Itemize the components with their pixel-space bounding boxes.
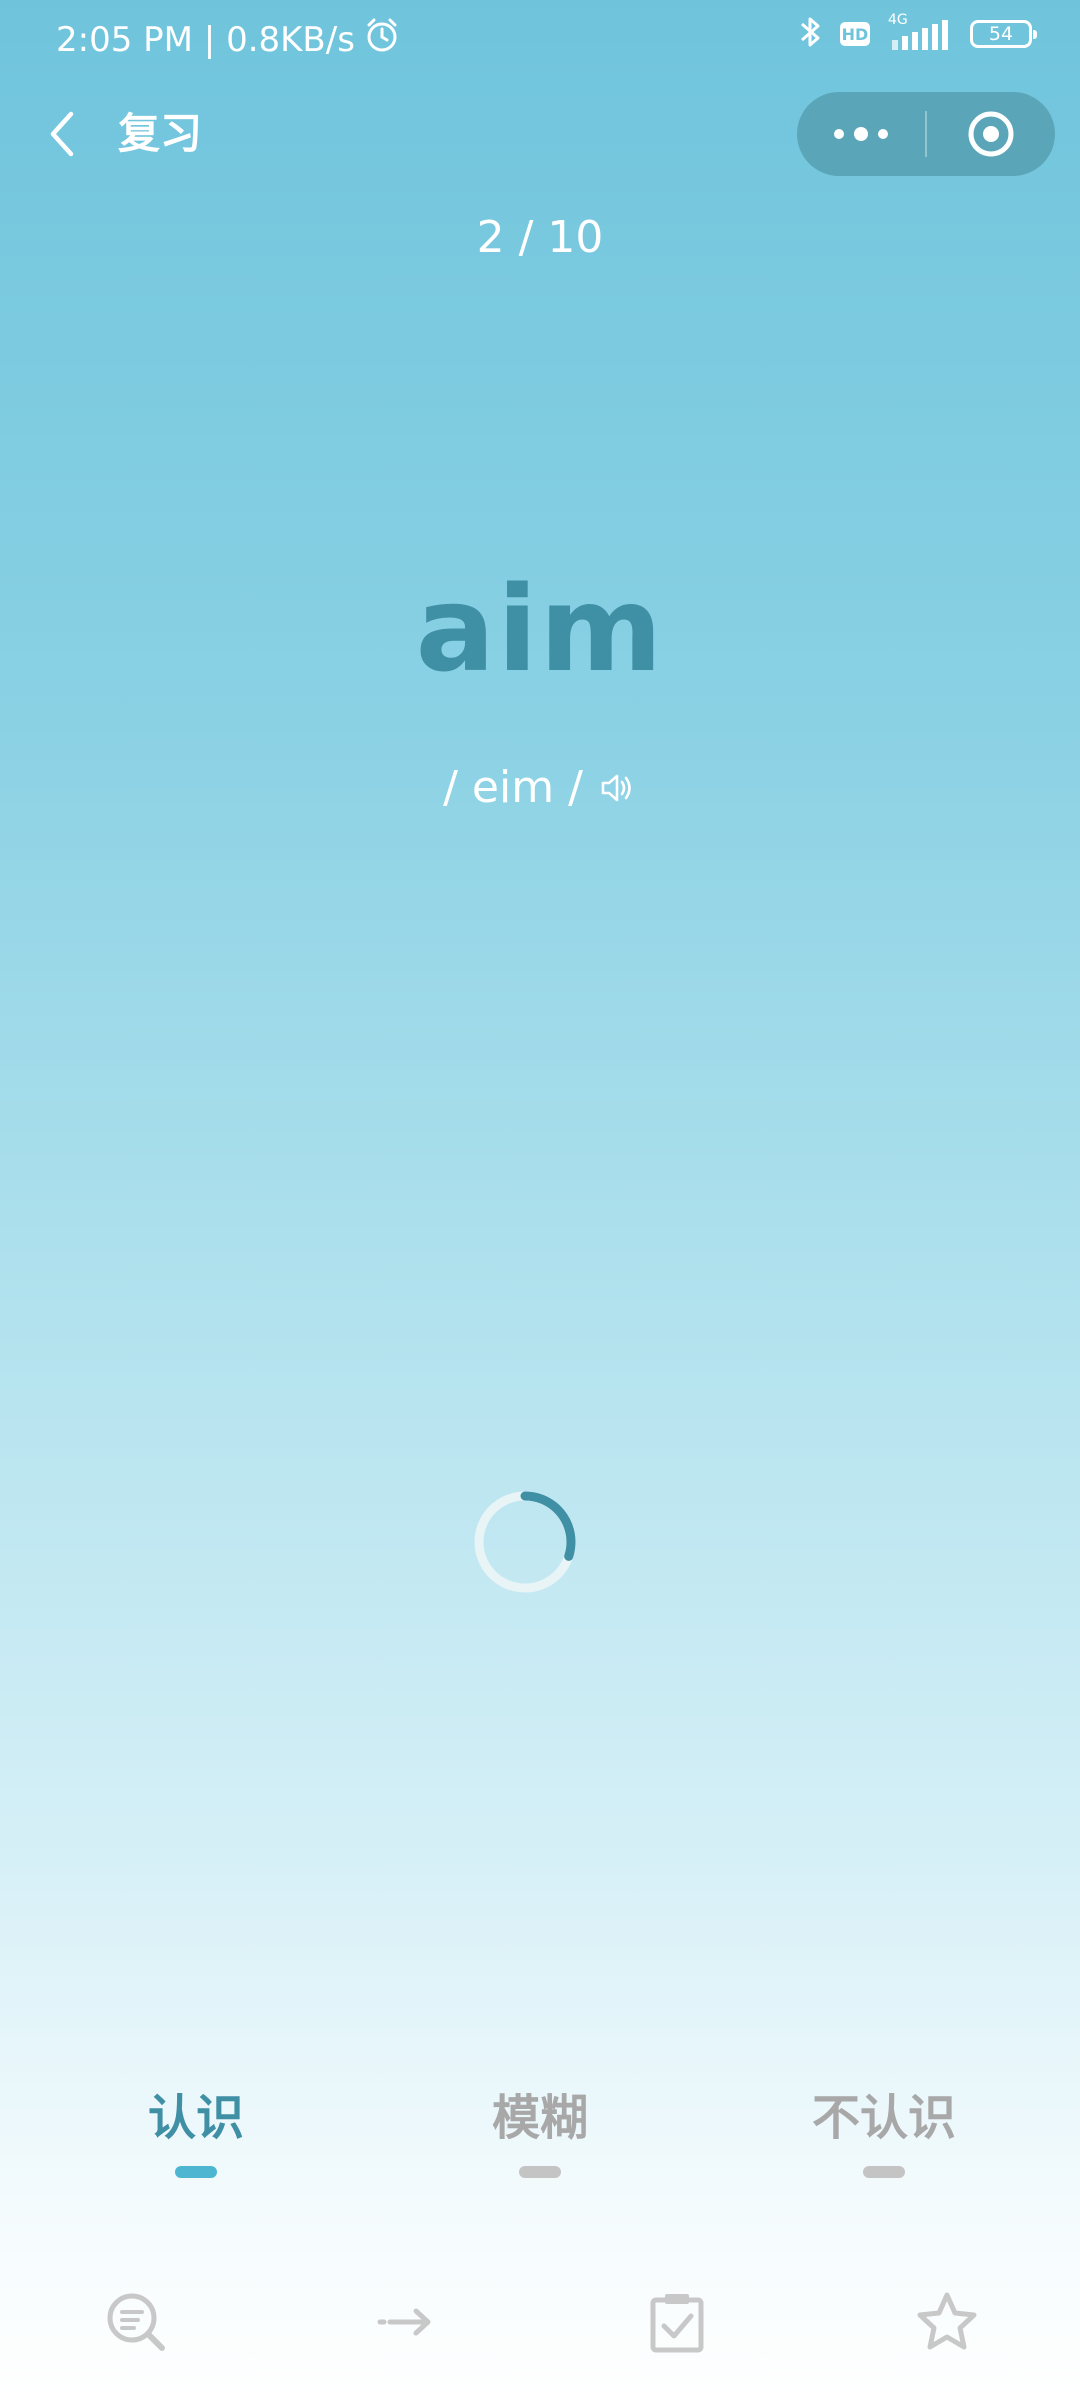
- status-time-speed: 2:05 PM | 0.8KB/s: [56, 19, 355, 60]
- choice-indicator: [519, 2166, 561, 2178]
- battery-indicator: 54: [970, 20, 1037, 48]
- vocabulary-word: aim: [415, 560, 665, 698]
- target-circle-icon: [968, 111, 1014, 157]
- status-left: 2:05 PM | 0.8KB/s: [56, 16, 401, 63]
- nav-bar: 复习: [0, 88, 1080, 180]
- chevron-left-icon: [50, 111, 74, 157]
- search-list-icon[interactable]: [96, 2282, 176, 2362]
- speaker-icon[interactable]: [597, 768, 637, 808]
- more-button[interactable]: [797, 92, 925, 176]
- choice-label: 认识: [147, 2090, 244, 2146]
- back-button[interactable]: [38, 106, 86, 162]
- more-dots-icon: [834, 127, 888, 141]
- choice-unknown[interactable]: 不认识: [774, 2078, 994, 2178]
- bluetooth-icon: [798, 14, 822, 54]
- star-icon[interactable]: [907, 2282, 987, 2362]
- choice-know[interactable]: 认识: [86, 2078, 306, 2178]
- status-right: HD 4G 54: [798, 12, 1037, 54]
- review-progress: 2 / 10: [476, 212, 604, 263]
- hd-badge: HD: [840, 22, 870, 46]
- miniprogram-capsule: [797, 92, 1055, 176]
- alarm-icon: [363, 16, 401, 63]
- choice-indicator: [863, 2166, 905, 2178]
- loading-spinner: [473, 1490, 577, 1594]
- phonetic-row: / eim /: [0, 762, 1080, 813]
- close-miniprogram-button[interactable]: [927, 92, 1055, 176]
- choice-indicator: [175, 2166, 217, 2178]
- status-bar: 2:05 PM | 0.8KB/s HD 4G 54: [0, 0, 1080, 78]
- choice-label: 模糊: [491, 2090, 588, 2146]
- answer-choices: 认识 模糊 不认识: [0, 2078, 1080, 2178]
- signal-icon: 4G: [888, 12, 952, 52]
- page-title: 复习: [118, 109, 203, 158]
- choice-label: 不认识: [811, 2090, 956, 2146]
- arrow-right-icon[interactable]: [366, 2282, 446, 2362]
- phonetic-text: / eim /: [443, 762, 583, 813]
- choice-vague[interactable]: 模糊: [430, 2078, 650, 2178]
- bottom-toolbar: [0, 2282, 1080, 2362]
- clipboard-check-icon[interactable]: [637, 2282, 717, 2362]
